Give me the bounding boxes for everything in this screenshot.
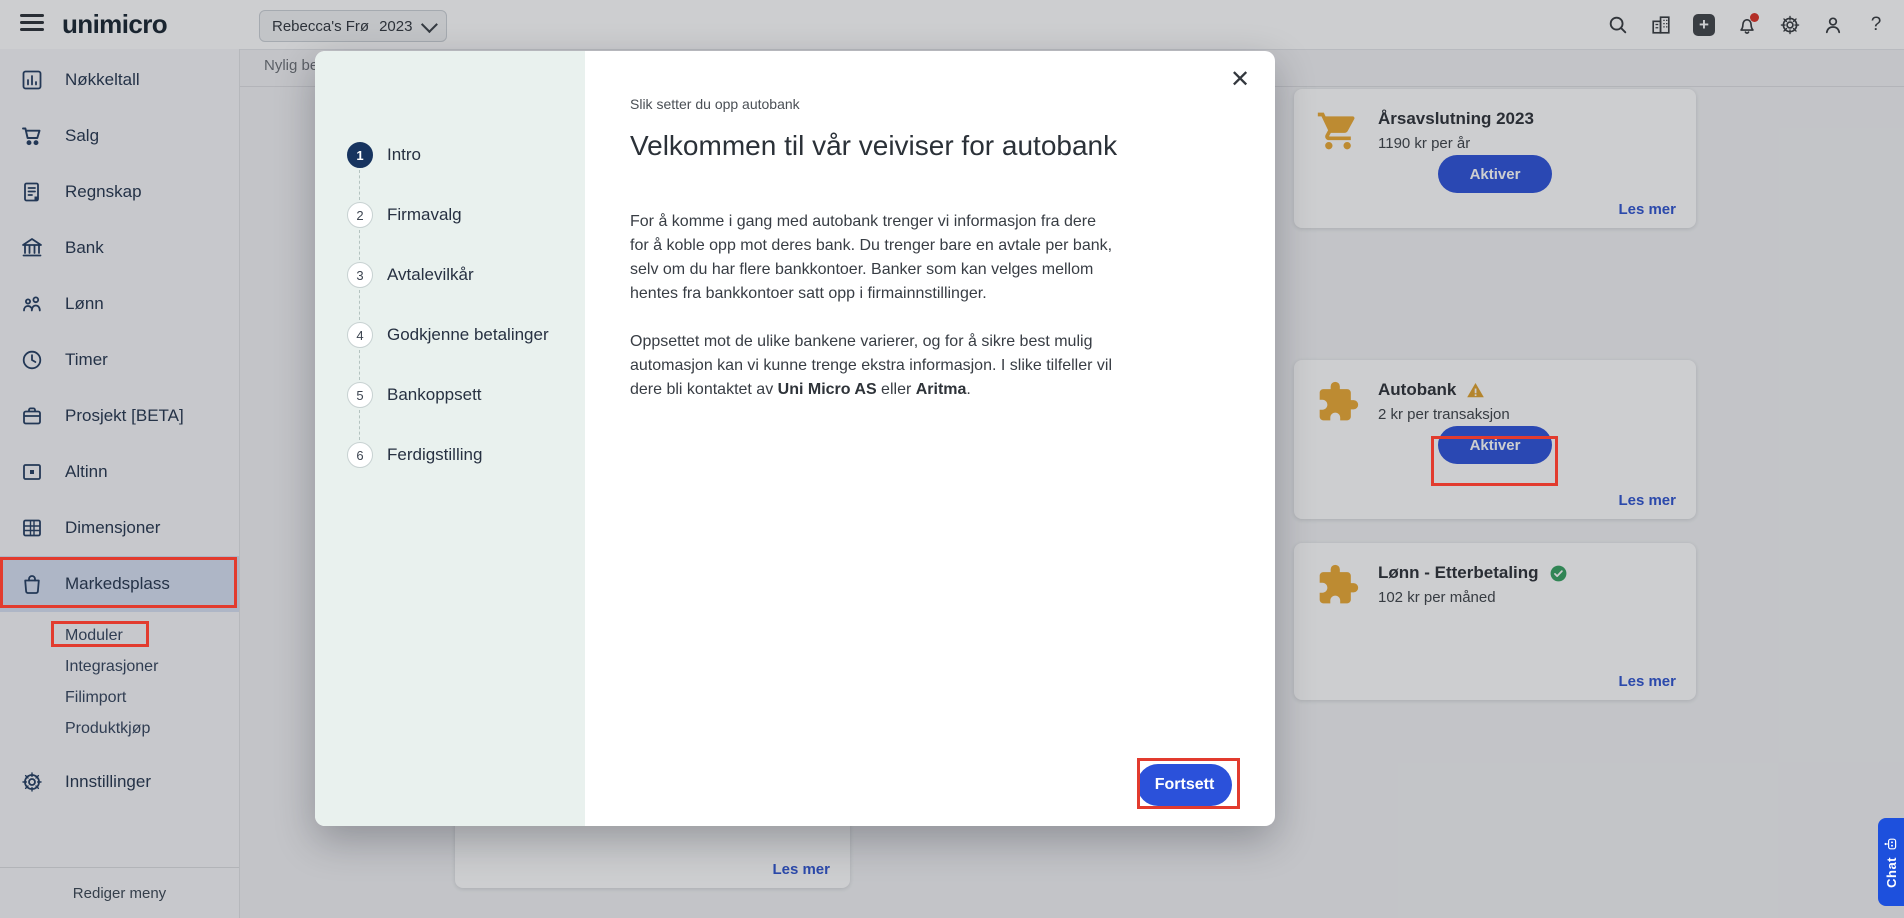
continue-button[interactable]: Fortsett	[1137, 764, 1232, 806]
step-number: 1	[347, 142, 373, 168]
wizard-step-godkjenne-betalinger: 4 Godkjenne betalinger	[347, 322, 585, 348]
autobank-wizard-modal: 1 Intro 2 Firmavalg 3 Avtalevilkår 4 God…	[315, 51, 1275, 826]
step-number: 4	[347, 322, 373, 348]
paragraph-text: .	[966, 381, 970, 398]
aritma-name: Aritma	[916, 381, 967, 398]
uni-micro-as-name: Uni Micro AS	[778, 381, 877, 398]
wizard-eyebrow: Slik setter du opp autobank	[630, 96, 1275, 112]
close-icon[interactable]: ✕	[1225, 65, 1255, 95]
wizard-step-ferdigstilling: 6 Ferdigstilling	[347, 442, 585, 468]
chat-button[interactable]: Chat	[1878, 818, 1904, 906]
step-label: Godkjenne betalinger	[387, 325, 549, 345]
wizard-step-avtalevilkar: 3 Avtalevilkår	[347, 262, 585, 288]
chat-label: Chat	[1884, 857, 1899, 888]
wizard-paragraph-2: Oppsettet mot de ulike bankene varierer,…	[630, 330, 1115, 402]
app-root: unimicro Rebecca's Frø 2023 +	[0, 0, 1904, 918]
wizard-paragraph-1: For å komme i gang med autobank trenger …	[630, 210, 1115, 306]
step-number: 6	[347, 442, 373, 468]
wizard-title: Velkommen til vår veiviser for autobank	[630, 126, 1120, 166]
step-number: 2	[347, 202, 373, 228]
robot-icon	[1884, 837, 1898, 851]
step-number: 3	[347, 262, 373, 288]
wizard-step-firmavalg: 2 Firmavalg	[347, 202, 585, 228]
step-label: Firmavalg	[387, 205, 462, 225]
wizard-step-bankoppsett: 5 Bankoppsett	[347, 382, 585, 408]
step-label: Bankoppsett	[387, 385, 482, 405]
wizard-body: Slik setter du opp autobank Velkommen ti…	[585, 51, 1275, 826]
step-label: Ferdigstilling	[387, 445, 482, 465]
step-label: Avtalevilkår	[387, 265, 474, 285]
paragraph-text: eller	[877, 381, 916, 398]
wizard-steps-panel: 1 Intro 2 Firmavalg 3 Avtalevilkår 4 God…	[315, 51, 585, 826]
step-label: Intro	[387, 145, 421, 165]
step-number: 5	[347, 382, 373, 408]
wizard-step-intro: 1 Intro	[347, 142, 585, 168]
